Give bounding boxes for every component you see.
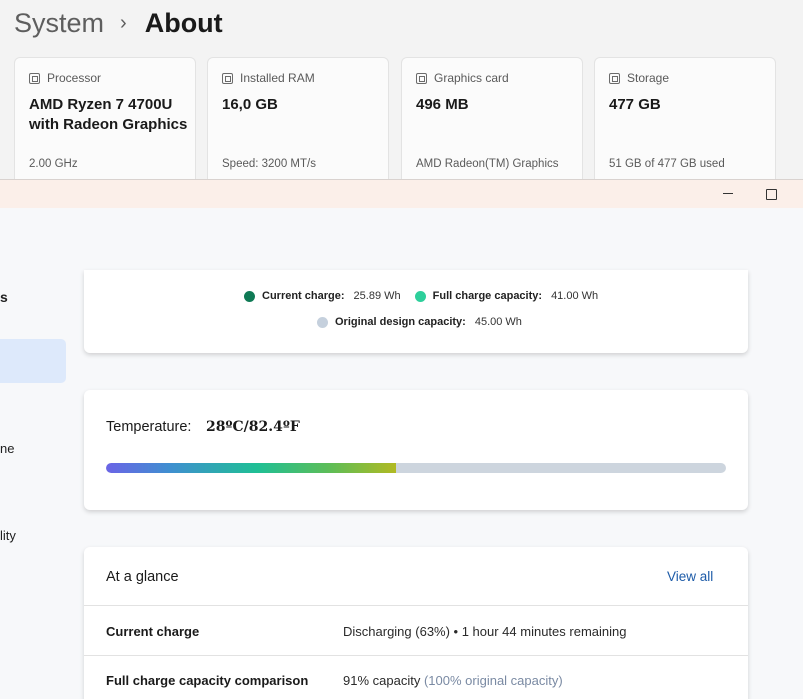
minimize-icon[interactable] xyxy=(717,185,739,203)
page-title: About xyxy=(144,8,223,38)
spec-card-graphics: Graphics card 496 MB AMD Radeon(TM) Grap… xyxy=(401,57,583,187)
glance-row-label: Current charge xyxy=(106,624,200,639)
divider xyxy=(84,605,748,606)
nav-item-fragment[interactable]: lity xyxy=(0,528,16,543)
temperature-label: Temperature: xyxy=(106,419,192,435)
spec-value: 16,0 GB xyxy=(222,96,278,113)
legend-value: 45.00 Wh xyxy=(474,316,522,328)
battery-window: s ne lity Current charge: 25.89 Wh Full … xyxy=(0,179,803,699)
spec-card-processor: Processor AMD Ryzen 7 4700U with Radeon … xyxy=(14,57,196,187)
spec-detail: 2.00 GHz xyxy=(29,158,78,170)
design-capacity-dot xyxy=(317,316,328,328)
nav-header-fragment: s xyxy=(0,289,8,305)
temperature-bar-fill xyxy=(106,463,396,473)
spec-value: 496 MB xyxy=(416,96,469,113)
capacity-legend-card: Current charge: 25.89 Wh Full charge cap… xyxy=(84,270,748,353)
chevron-right-icon: › xyxy=(120,12,127,34)
nav-item-selected[interactable] xyxy=(0,339,66,383)
spec-label: Processor xyxy=(47,71,102,85)
legend-value: 41.00 Wh xyxy=(551,290,599,302)
spec-detail: 51 GB of 477 GB used xyxy=(609,158,725,170)
ram-icon xyxy=(222,72,233,84)
at-a-glance-card: At a glance View all Current charge Disc… xyxy=(84,547,748,699)
maximize-icon[interactable] xyxy=(760,185,782,203)
temperature-value: 28ºC/82.4ºF xyxy=(206,419,300,435)
spec-label: Graphics card xyxy=(434,71,509,85)
glance-row-value: 91% capacity (100% original capacity) xyxy=(343,673,563,688)
about-settings-window: System › About Processor AMD Ryzen 7 470… xyxy=(0,0,803,187)
spec-card-ram: Installed RAM 16,0 GB Speed: 3200 MT/s xyxy=(207,57,389,187)
breadcrumb: System › About xyxy=(14,8,223,39)
processor-icon xyxy=(29,72,40,84)
capacity-value: 91% capacity xyxy=(343,673,421,688)
glance-row-value: Discharging (63%) • 1 hour 44 minutes re… xyxy=(343,624,627,639)
legend-label: Full charge capacity: xyxy=(432,290,543,302)
legend-value: 25.89 Wh xyxy=(353,290,401,302)
spec-detail: AMD Radeon(TM) Graphics xyxy=(416,158,559,170)
storage-icon xyxy=(609,72,620,84)
divider xyxy=(84,655,748,656)
glance-row-label: Full charge capacity comparison xyxy=(106,673,309,688)
graphics-card-icon xyxy=(416,72,427,84)
legend-label: Current charge: xyxy=(262,290,345,302)
spec-label: Storage xyxy=(627,71,670,85)
glance-title: At a glance xyxy=(106,569,179,585)
breadcrumb-system[interactable]: System xyxy=(14,8,104,39)
spec-value: 477 GB xyxy=(609,96,661,113)
spec-detail: Speed: 3200 MT/s xyxy=(222,158,316,170)
original-capacity-note: (100% original capacity) xyxy=(423,673,563,688)
nav-item-fragment[interactable]: ne xyxy=(0,441,14,456)
spec-label: Installed RAM xyxy=(240,71,315,85)
view-all-link[interactable]: View all xyxy=(667,569,713,584)
temperature-card: Temperature: 28ºC/82.4ºF xyxy=(84,390,748,510)
spec-card-storage: Storage 477 GB 51 GB of 477 GB used xyxy=(594,57,776,187)
full-charge-dot xyxy=(414,290,426,302)
title-bar xyxy=(0,180,803,208)
legend-label: Original design capacity: xyxy=(335,316,466,328)
current-charge-dot xyxy=(244,290,255,302)
spec-value: AMD Ryzen 7 4700U with Radeon Graphics xyxy=(29,96,188,133)
temperature-bar xyxy=(106,463,726,473)
